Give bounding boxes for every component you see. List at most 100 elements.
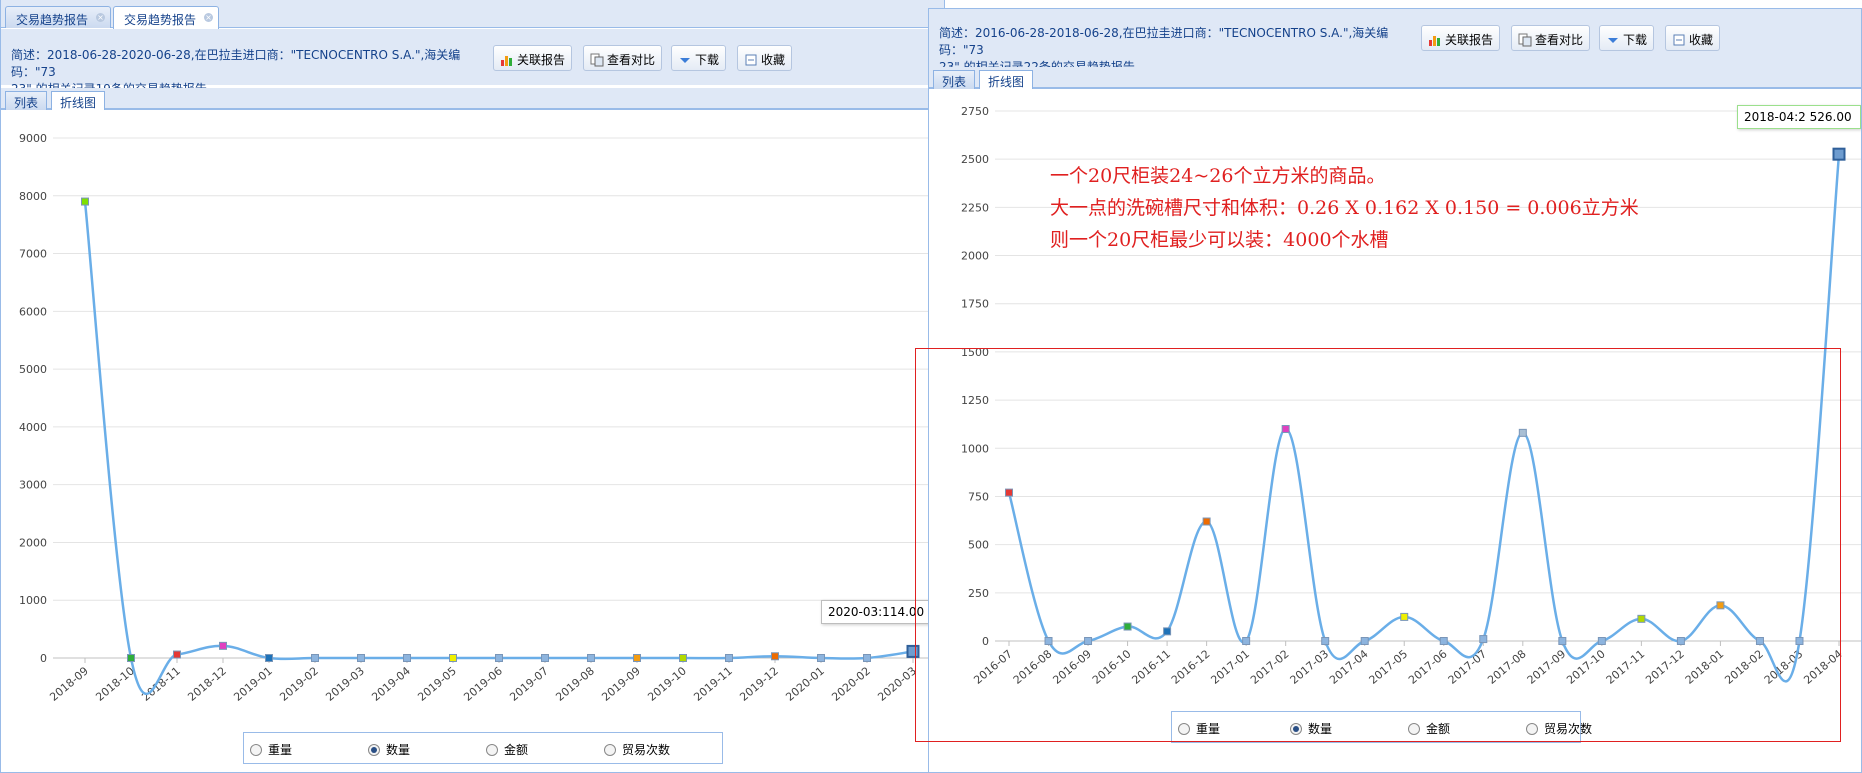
data-point [357,654,365,662]
y-tick-label: 6000 [19,305,47,318]
bookmark-icon [1673,34,1685,46]
x-tick-label: 2019-04 [369,664,413,704]
tab-trade-trend-report-2[interactable]: 交易趋势报告 × [113,6,220,29]
tab-list[interactable]: 列表 [5,91,48,110]
data-point [863,654,871,662]
favorite-button[interactable]: 收藏 [1665,25,1721,51]
y-tick-label: 2250 [961,201,989,214]
x-tick-label: 2019-03 [323,664,367,704]
radio-quantity[interactable]: 数量 [368,741,410,758]
data-point [127,654,135,662]
related-report-button[interactable]: 关联报告 [493,45,573,71]
x-tick-label: 2019-08 [553,664,597,704]
favorite-button[interactable]: 收藏 [737,45,793,71]
data-point [219,641,227,650]
button-label: 关联报告 [517,53,566,67]
button-label: 收藏 [761,53,786,67]
annotation-line: 一个20尺柜装24~26个立方米的商品。 [1050,165,1386,187]
radio-label: 重量 [268,743,293,757]
data-point [265,654,273,662]
compare-button[interactable]: 查看对比 [583,45,663,71]
y-tick-label: 2000 [19,536,47,549]
radio-label: 金额 [504,743,529,757]
compare-button[interactable]: 查看对比 [1511,25,1591,51]
data-point [725,654,733,662]
radio-weight[interactable]: 重量 [250,741,292,758]
y-tick-label: 2750 [961,105,989,118]
tab-trade-trend-report-1[interactable]: 交易趋势报告 × [5,6,112,28]
x-tick-label: 2020-03 [875,664,919,704]
annotation-line: 大一点的洗碗槽尺寸和体积：0.26 X 0.162 X 0.150 = 0.00… [1050,197,1639,219]
x-tick-label: 2019-06 [461,664,505,704]
bar-chart-icon [1429,36,1440,46]
radio-circle-icon [250,744,262,756]
view-subtabs: 列表 折线图 [1,88,944,110]
x-tick-label: 2018-12 [185,664,229,704]
highlight-rectangle [915,348,1841,742]
tab-label: 交易趋势报告 [124,13,197,27]
tab-label: 交易趋势报告 [16,13,89,27]
y-tick-label: 9000 [19,132,47,145]
related-report-button[interactable]: 关联报告 [1421,25,1501,51]
compare-icon [1518,33,1532,47]
button-label: 下载 [1623,33,1648,47]
download-button[interactable]: 下载 [1599,25,1655,51]
data-point [817,654,825,662]
series-line [83,201,914,695]
tab-line-chart[interactable]: 折线图 [51,91,106,110]
description-line: 简述：2018-06-28-2020-06-28,在巴拉圭进口商："TECNOC… [11,48,461,79]
button-label: 查看对比 [607,53,656,67]
radio-trade-count[interactable]: 贸易次数 [604,741,670,758]
description-line: 简述：2016-06-28-2018-06-28,在巴拉圭进口商："TECNOC… [939,26,1389,57]
data-point [679,654,687,662]
download-icon [680,58,690,63]
y-tick-label: 0 [40,652,47,665]
data-point [449,654,457,662]
data-point [495,654,503,662]
tab-list[interactable]: 列表 [933,70,976,89]
x-tick-label: 2019-11 [691,664,735,704]
bookmark-icon [745,54,757,66]
close-icon[interactable]: × [204,13,214,22]
data-point [587,654,595,662]
data-point [633,654,641,662]
y-tick-label: 1000 [19,594,47,607]
y-tick-label: 4000 [19,421,47,434]
y-tick-label: 7000 [19,248,47,261]
y-tick-label: 2000 [961,250,989,263]
data-point [311,654,319,662]
tab-line-chart[interactable]: 折线图 [979,70,1034,89]
y-tick-label: 2500 [961,153,989,166]
radio-circle-icon [604,744,616,756]
radio-label: 数量 [386,743,411,757]
annotation-note: 一个20尺柜装24~26个立方米的商品。 大一点的洗碗槽尺寸和体积：0.26 X… [1050,160,1639,256]
x-tick-label: 2020-02 [829,664,873,704]
report-header: 简述：2016-06-28-2018-06-28,在巴拉圭进口商："TECNOC… [929,9,1861,74]
radio-amount[interactable]: 金额 [486,741,528,758]
data-point [173,650,181,659]
button-label: 关联报告 [1445,33,1494,47]
data-point [771,652,779,661]
data-point [541,654,549,662]
x-tick-label: 2019-09 [599,664,643,704]
view-subtabs: 列表 折线图 [929,67,1861,89]
y-tick-label: 3000 [19,479,47,492]
trend-line-chart: 0 1000 2000 3000 4000 5000 6000 7000 8000 9000 201… [19,132,944,704]
y-tick-label: 5000 [19,363,47,376]
annotation-line: 则一个20尺柜最少可以装：4000个水槽 [1050,229,1389,251]
data-point [81,197,89,206]
button-label: 查看对比 [1535,33,1584,47]
x-tick-label: 2019-01 [231,664,275,704]
button-label: 收藏 [1689,33,1714,47]
button-label: 下载 [695,53,720,67]
x-tick-label: 2018-09 [47,664,91,704]
download-icon [1608,38,1618,43]
download-button[interactable]: 下载 [671,45,727,71]
x-tick-label: 2018-11 [139,664,183,704]
y-tick-label: 8000 [19,190,47,203]
report-header: 简述：2018-06-28-2020-06-28,在巴拉圭进口商："TECNOC… [1,29,944,96]
close-icon[interactable]: × [96,13,106,22]
radio-circle-icon [486,744,498,756]
data-point [403,654,411,662]
x-tick-label: 2019-10 [645,664,689,704]
